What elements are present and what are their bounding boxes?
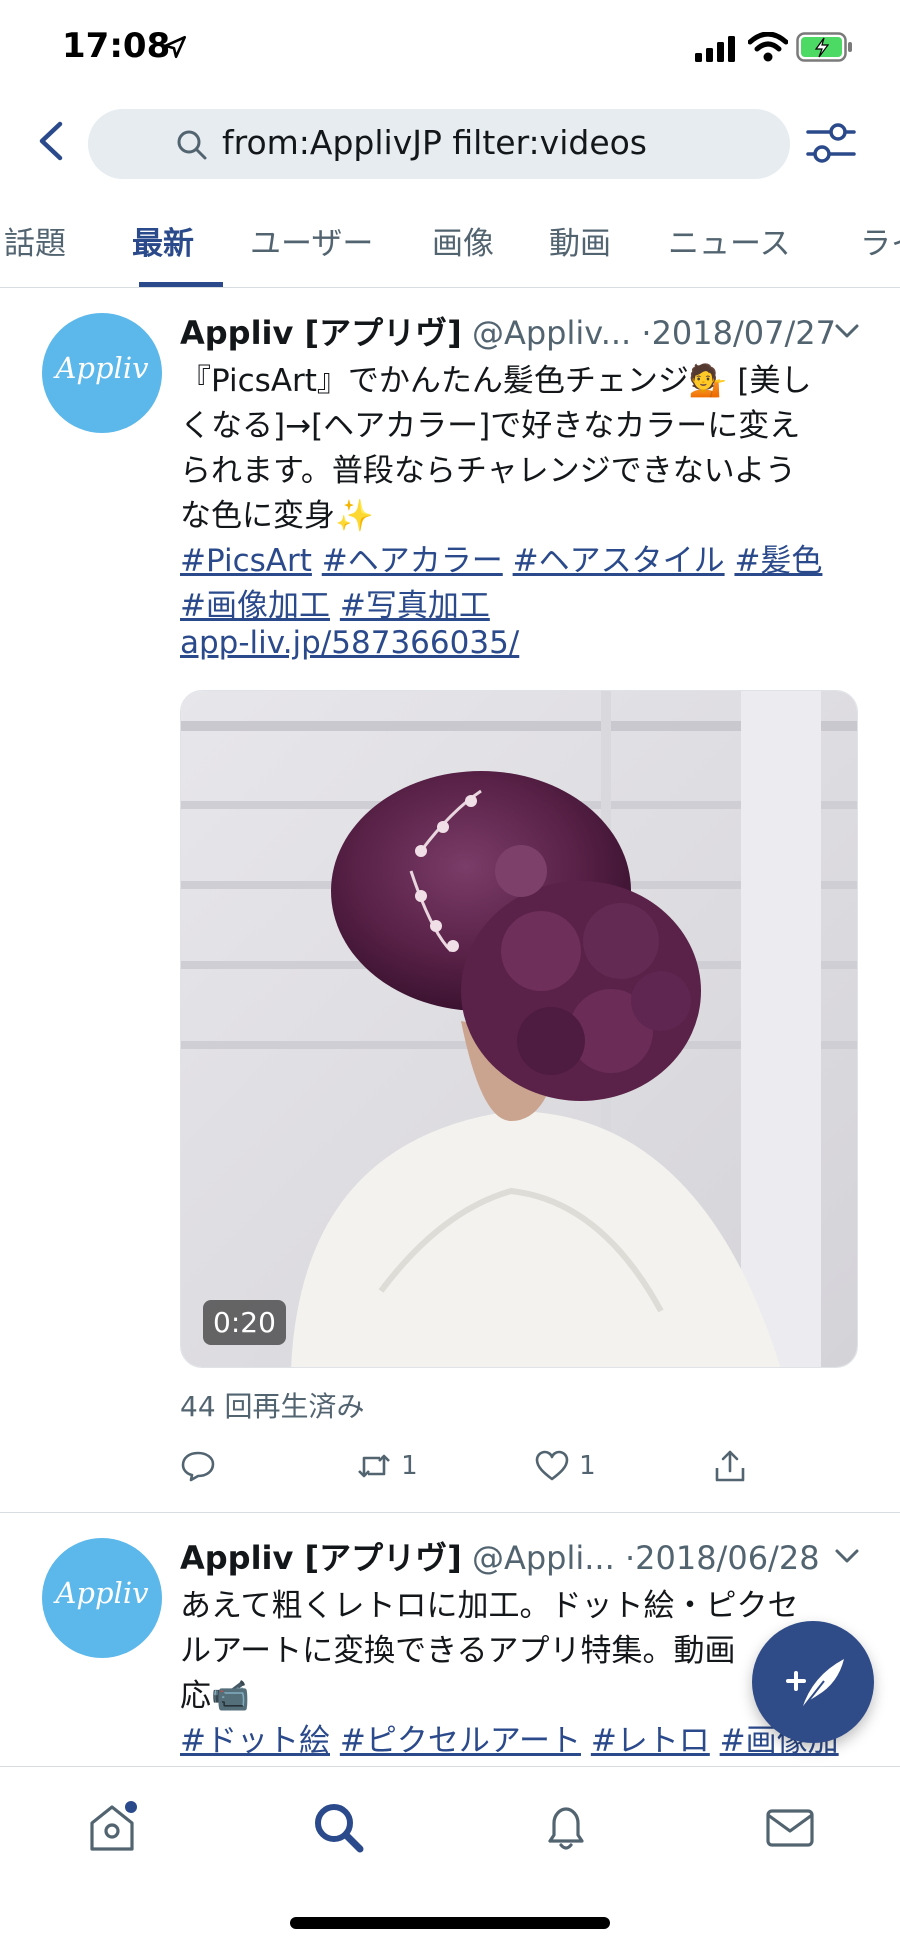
avatar[interactable]: Appliv (42, 1538, 162, 1658)
like-button[interactable]: 1 (534, 1448, 596, 1492)
tab-news[interactable]: ニュース (668, 218, 790, 287)
retweet-icon (358, 1454, 390, 1478)
reply-icon (181, 1451, 215, 1482)
notifications-bell-icon[interactable] (536, 1797, 596, 1857)
reply-button[interactable] (180, 1448, 216, 1492)
author-handle[interactable]: @Appli... (472, 1539, 615, 1577)
tweet-text-line: くなる]→[ヘアカラー]で好きなカラーに変え (180, 408, 801, 444)
compose-tweet-button[interactable] (752, 1621, 874, 1743)
tweet-text-line: あえて粗くレトロに加工。ドット絵・ピクセ (180, 1588, 799, 1624)
home-icon[interactable] (82, 1797, 142, 1857)
location-arrow-icon (163, 35, 187, 59)
search-query: from:ApplivJP filter:videos (222, 123, 648, 162)
share-icon (715, 1450, 745, 1482)
avatar-logo-text: Appliv (55, 1576, 149, 1610)
tweet-text-line: 『PicsArt』でかんたん髪色チェンジ💁 [美し (180, 363, 812, 399)
tweet-date: ·2018/06/28 (624, 1539, 820, 1577)
hashtag-link[interactable]: #ヘアスタイル (513, 543, 725, 579)
like-count: 1 (579, 1451, 596, 1481)
avatar[interactable]: Appliv (42, 313, 162, 433)
search-filter-icon[interactable] (804, 116, 858, 170)
hashtag-row: #画像加工 #写真加工 (180, 580, 490, 625)
messages-envelope-icon[interactable] (760, 1797, 820, 1857)
tab-images[interactable]: 画像 (432, 218, 494, 287)
tab-live[interactable]: ライ (860, 218, 900, 287)
tweet-header: Appliv [アプリヴ] @Appli... ·2018/06/28 (180, 1533, 820, 1579)
search-nav-icon[interactable] (308, 1797, 368, 1857)
hashtag-link[interactable]: #画像加工 (180, 588, 330, 624)
hashtag-row: #ドット絵 #ピクセルアート #レトロ #画像加 (180, 1715, 839, 1760)
author-name[interactable]: Appliv [アプリヴ] (180, 1539, 462, 1577)
hashtag-link[interactable]: #ピクセルアート (340, 1723, 581, 1759)
hashtag-link[interactable]: #髪色 (734, 543, 822, 579)
share-button[interactable] (712, 1448, 748, 1492)
active-tab-indicator (139, 282, 223, 287)
tab-videos[interactable]: 動画 (549, 218, 611, 287)
tweet-divider (0, 1512, 900, 1513)
search-icon (177, 130, 207, 160)
retweet-count: 1 (401, 1451, 418, 1481)
hair-photo-image (181, 691, 857, 1367)
hashtag-link[interactable]: #レトロ (591, 1723, 710, 1759)
author-handle[interactable]: @Appliv... (472, 314, 631, 352)
wifi-icon (748, 32, 788, 62)
video-thumbnail[interactable]: 0:20 (180, 690, 858, 1368)
hashtag-row: #PicsArt #ヘアカラー #ヘアスタイル #髪色 (180, 535, 822, 580)
search-input[interactable]: from:ApplivJP filter:videos (88, 109, 790, 179)
retweet-button[interactable]: 1 (356, 1448, 418, 1492)
article-link[interactable]: app-liv.jp/587366035/ (180, 625, 519, 661)
cellular-signal-icon (695, 36, 735, 62)
status-time: 17:08 (62, 26, 171, 66)
status-bar: 17:08 (0, 0, 900, 96)
tweet-text-line: 応📹 (180, 1678, 250, 1714)
tweet-text-line: ルアートに変換できるアプリ特集。動画 (180, 1633, 736, 1669)
search-header: from:ApplivJP filter:videos (0, 96, 900, 226)
video-duration: 0:20 (203, 1300, 286, 1345)
tweet-date: ·2018/07/27 (641, 314, 836, 352)
chevron-down-icon[interactable] (832, 316, 862, 346)
tweet-text-line: られます。普段ならチャレンジできないよう (180, 453, 796, 489)
heart-icon (535, 1450, 569, 1481)
tab-top[interactable]: 話題 (4, 218, 66, 287)
view-count: 44 回再生済み (180, 1390, 365, 1423)
home-indicator (290, 1917, 610, 1929)
tab-users[interactable]: ユーザー (250, 218, 373, 287)
tweet-header: Appliv [アプリヴ] @Appliv... ·2018/07/27 (180, 308, 836, 354)
author-name[interactable]: Appliv [アプリヴ] (180, 314, 462, 352)
hashtag-link[interactable]: #写真加工 (340, 588, 490, 624)
chevron-down-icon[interactable] (832, 1541, 862, 1571)
tweet-text-line: な色に変身✨ (180, 498, 374, 534)
tweet-actions: 1 1 (180, 1448, 860, 1498)
battery-charging-icon (796, 32, 852, 62)
avatar-logo-text: Appliv (55, 351, 149, 385)
tweet-url: app-liv.jp/587366035/ (180, 625, 519, 661)
bottom-navigation (0, 1766, 900, 1947)
search-tabs: 話題 最新 ユーザー 画像 動画 ニュース ライ (0, 210, 900, 288)
back-chevron-icon[interactable] (30, 118, 76, 164)
hashtag-link[interactable]: #PicsArt (180, 543, 312, 579)
tab-latest[interactable]: 最新 (132, 218, 194, 287)
hashtag-link[interactable]: #ドット絵 (180, 1723, 330, 1759)
compose-feather-icon (786, 1659, 844, 1710)
hashtag-link[interactable]: #ヘアカラー (322, 543, 503, 579)
